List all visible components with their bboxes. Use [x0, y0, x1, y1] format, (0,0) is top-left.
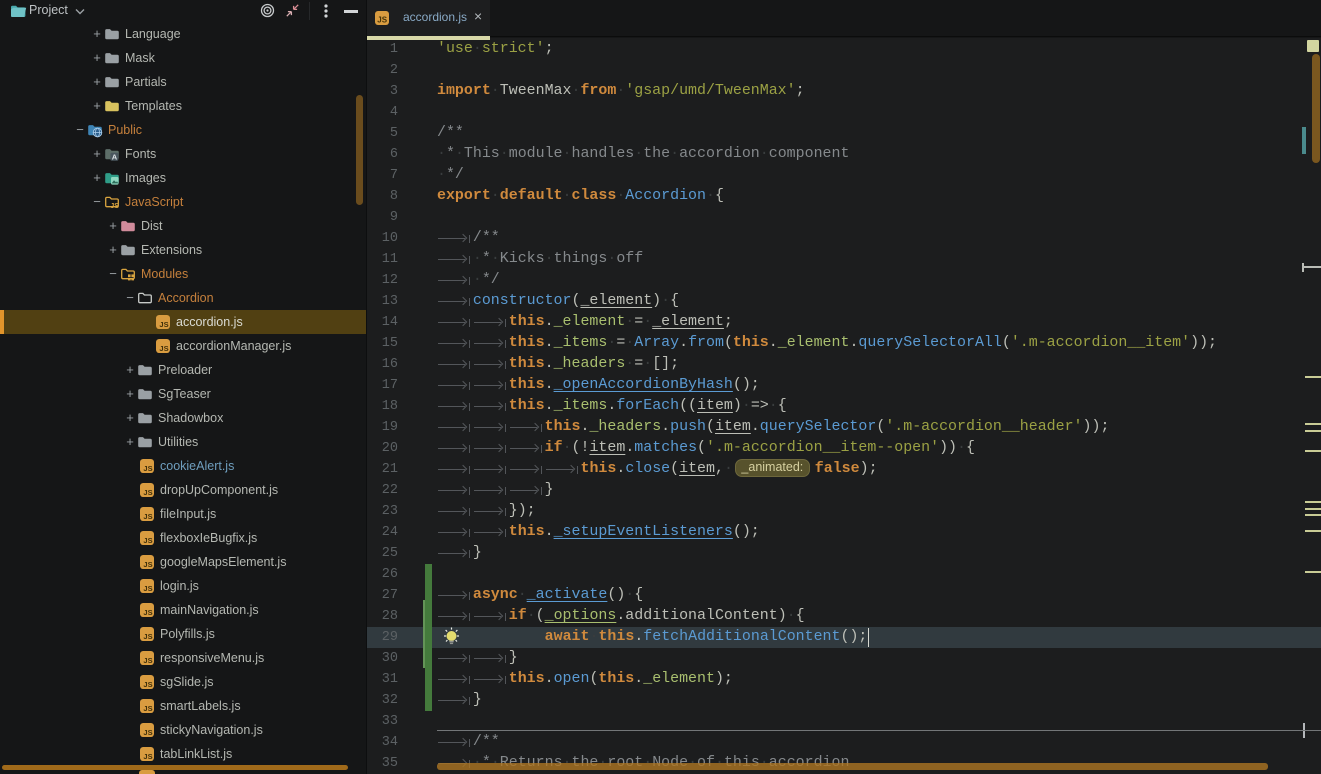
- svg-text:JS: JS: [143, 704, 152, 713]
- svg-text:JS: JS: [159, 344, 168, 353]
- svg-text:JS: JS: [143, 728, 152, 737]
- svg-text:JS: JS: [143, 488, 152, 497]
- svg-text:JS: JS: [143, 632, 152, 641]
- svg-text:JS: JS: [159, 320, 168, 329]
- svg-text:JS: JS: [143, 608, 152, 617]
- svg-text:JS: JS: [377, 15, 387, 24]
- svg-text:JS: JS: [143, 680, 152, 689]
- svg-text:JS: JS: [143, 584, 152, 593]
- svg-text:JS: JS: [143, 560, 152, 569]
- svg-text:JS: JS: [143, 752, 152, 761]
- svg-text:JS: JS: [143, 536, 152, 545]
- svg-text:JS: JS: [143, 512, 152, 521]
- svg-text:JS: JS: [143, 656, 152, 665]
- svg-text:JS: JS: [110, 203, 119, 210]
- svg-text:JS: JS: [143, 464, 152, 473]
- svg-text:A: A: [112, 153, 118, 162]
